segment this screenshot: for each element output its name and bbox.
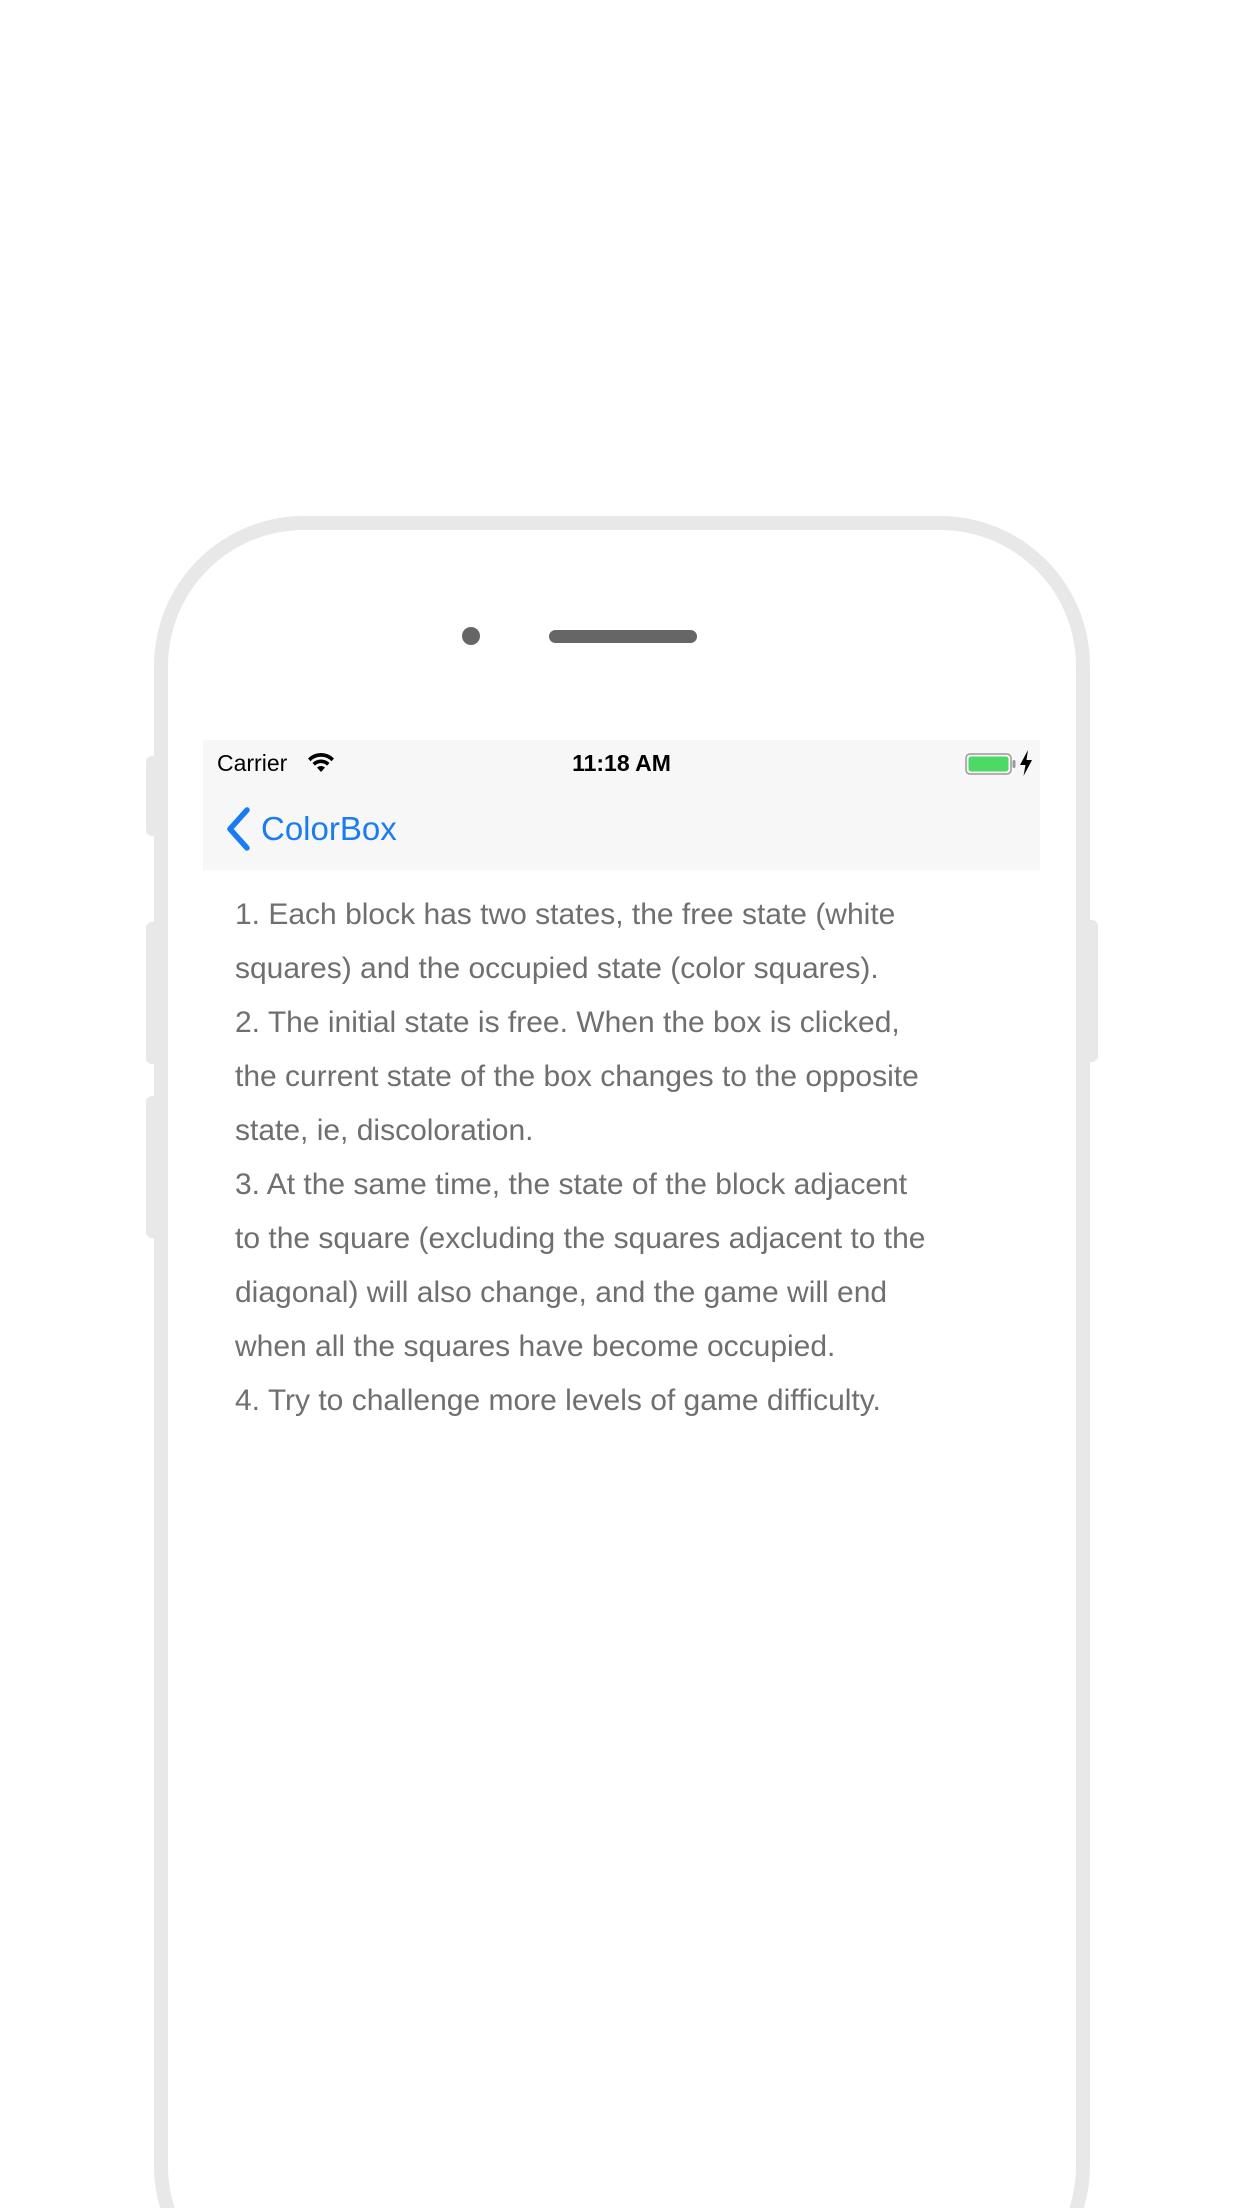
back-button[interactable]: ColorBox bbox=[225, 806, 397, 852]
charging-bolt-icon bbox=[1020, 750, 1032, 776]
rule-text-line: the current state of the box changes to … bbox=[235, 1060, 919, 1093]
game-rules-text: 1. Each block has two states, the free s… bbox=[235, 888, 1015, 1428]
app-screen: Carrier 11:18 AM ColorBox 1. Each block … bbox=[203, 740, 1040, 2208]
rule-text-line: 3. At the same time, the state of the bl… bbox=[235, 1168, 908, 1201]
navigation-bar: Carrier 11:18 AM ColorBox bbox=[203, 740, 1040, 870]
chevron-left-icon bbox=[227, 807, 250, 851]
status-bar: Carrier 11:18 AM bbox=[203, 740, 1040, 782]
rule-text-line: state, ie, discoloration. bbox=[235, 1114, 534, 1147]
back-button-label: ColorBox bbox=[261, 810, 397, 847]
rule-text-line: to the square (excluding the squares adj… bbox=[235, 1222, 926, 1255]
rule-text-line: when all the squares have become occupie… bbox=[235, 1330, 836, 1363]
rule-text-line: 1. Each block has two states, the free s… bbox=[235, 898, 896, 931]
rule-text-line: 4. Try to challenge more levels of game … bbox=[235, 1384, 881, 1417]
page-canvas: Carrier 11:18 AM ColorBox 1. Each block … bbox=[0, 0, 1242, 2208]
battery-icon bbox=[965, 753, 1016, 775]
rule-text-line: squares) and the occupied state (color s… bbox=[235, 952, 879, 985]
earpiece-speaker bbox=[549, 630, 697, 643]
rule-text-line: 2. The initial state is free. When the b… bbox=[235, 1006, 900, 1039]
status-time: 11:18 AM bbox=[572, 750, 671, 776]
rule-text-line: diagonal) will also change, and the game… bbox=[235, 1276, 888, 1309]
front-camera bbox=[462, 627, 480, 645]
